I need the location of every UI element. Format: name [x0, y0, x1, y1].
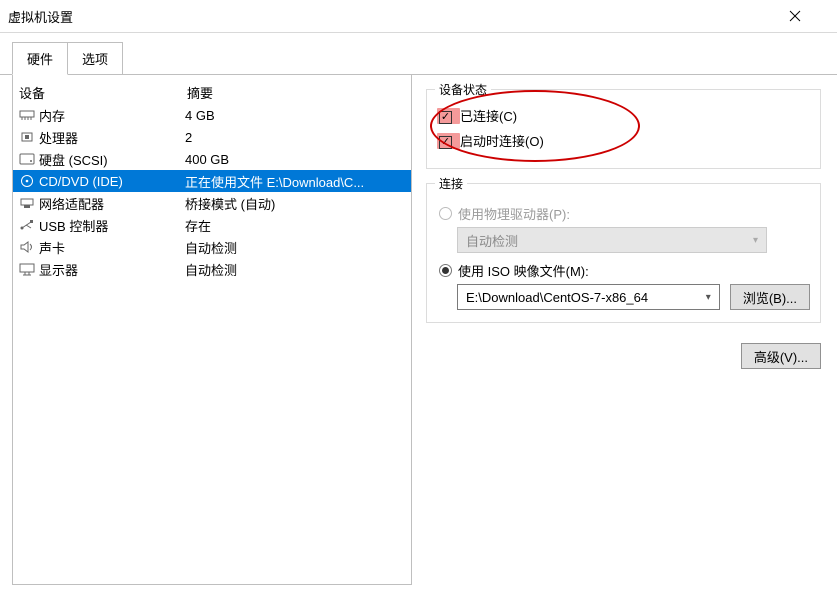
connected-checkbox-row: 已连接(C) [437, 106, 810, 125]
use-iso-radio-row: 使用 ISO 映像文件(M): [439, 261, 810, 280]
device-summary: 存在 [185, 216, 411, 235]
device-table-header: 设备 摘要 [13, 81, 411, 104]
use-iso-label: 使用 ISO 映像文件(M): [458, 261, 589, 280]
memory-icon [17, 108, 37, 122]
device-name: 处理器 [37, 128, 185, 147]
device-summary: 自动检测 [185, 238, 411, 257]
device-table-body: 内存4 GB处理器2硬盘 (SCSI)400 GBCD/DVD (IDE)正在使… [13, 104, 411, 280]
device-name: 网络适配器 [37, 194, 185, 213]
connect-at-power-checkbox-row: 启动时连接(O) [437, 131, 810, 150]
device-row[interactable]: 处理器2 [13, 126, 411, 148]
iso-path-value: E:\Download\CentOS-7-x86_64 [466, 290, 648, 305]
nic-icon [17, 196, 37, 210]
display-icon [17, 262, 37, 276]
use-iso-radio[interactable] [439, 264, 452, 277]
close-icon [789, 10, 801, 22]
connected-label: 已连接(C) [460, 106, 517, 125]
device-row[interactable]: 网络适配器桥接模式 (自动) [13, 192, 411, 214]
tab-hardware[interactable]: 硬件 [12, 42, 68, 75]
device-summary: 2 [185, 130, 411, 145]
device-name: 声卡 [37, 238, 185, 257]
device-name: 内存 [37, 106, 185, 125]
connect-at-power-checkbox[interactable] [439, 136, 452, 149]
settings-panel: 设备状态 已连接(C) 启动时连接(O) 连接 使用物理驱动器(P): 自动检测… [412, 75, 825, 585]
disc-icon [17, 174, 37, 188]
content-panels: 设备 摘要 内存4 GB处理器2硬盘 (SCSI)400 GBCD/DVD (I… [0, 74, 837, 597]
device-summary: 400 GB [185, 152, 411, 167]
device-row[interactable]: CD/DVD (IDE)正在使用文件 E:\Download\C... [13, 170, 411, 192]
device-summary: 正在使用文件 E:\Download\C... [185, 172, 411, 191]
use-physical-label: 使用物理驱动器(P): [458, 204, 570, 223]
device-name: USB 控制器 [37, 216, 185, 235]
usb-icon [17, 218, 37, 232]
tabs: 硬件 选项 [12, 41, 837, 74]
device-name: 显示器 [37, 260, 185, 279]
title-bar: 虚拟机设置 [0, 0, 837, 32]
device-status-title: 设备状态 [435, 81, 491, 98]
connected-highlight [437, 108, 460, 124]
close-button[interactable] [789, 10, 829, 22]
iso-path-combo[interactable]: E:\Download\CentOS-7-x86_64 ▾ [457, 284, 720, 310]
device-summary: 自动检测 [185, 260, 411, 279]
device-name: CD/DVD (IDE) [37, 174, 185, 189]
iso-input-row: E:\Download\CentOS-7-x86_64 ▾ 浏览(B)... [457, 284, 810, 310]
tab-options[interactable]: 选项 [67, 42, 123, 75]
column-summary: 摘要 [187, 83, 213, 102]
device-summary: 桥接模式 (自动) [185, 194, 411, 213]
connection-group: 连接 使用物理驱动器(P): 自动检测 使用 ISO 映像文件(M): E:\D… [426, 183, 821, 323]
device-row[interactable]: 显示器自动检测 [13, 258, 411, 280]
cpu-icon [17, 130, 37, 144]
device-list-panel: 设备 摘要 内存4 GB处理器2硬盘 (SCSI)400 GBCD/DVD (I… [12, 75, 412, 585]
connect-at-power-label: 启动时连接(O) [460, 131, 544, 150]
device-row[interactable]: 声卡自动检测 [13, 236, 411, 258]
device-name: 硬盘 (SCSI) [37, 150, 185, 169]
use-physical-radio-row: 使用物理驱动器(P): [439, 204, 810, 223]
physical-drive-select: 自动检测 [457, 227, 767, 253]
device-row[interactable]: USB 控制器存在 [13, 214, 411, 236]
use-physical-radio[interactable] [439, 207, 452, 220]
device-row[interactable]: 内存4 GB [13, 104, 411, 126]
column-device: 设备 [19, 83, 187, 102]
browse-button[interactable]: 浏览(B)... [730, 284, 810, 310]
window-title: 虚拟机设置 [8, 7, 73, 26]
chevron-down-icon: ▾ [706, 292, 711, 303]
titlebar-divider [0, 32, 837, 33]
physical-drive-value: 自动检测 [466, 231, 518, 250]
connected-checkbox[interactable] [439, 111, 452, 124]
connect-at-power-highlight [437, 133, 460, 149]
sound-icon [17, 240, 37, 254]
device-summary: 4 GB [185, 108, 411, 123]
device-status-group: 设备状态 已连接(C) 启动时连接(O) [426, 89, 821, 169]
connection-group-title: 连接 [435, 175, 467, 192]
hdd-icon [17, 152, 37, 166]
device-row[interactable]: 硬盘 (SCSI)400 GB [13, 148, 411, 170]
advanced-button[interactable]: 高级(V)... [741, 343, 821, 369]
advanced-row: 高级(V)... [426, 343, 821, 369]
